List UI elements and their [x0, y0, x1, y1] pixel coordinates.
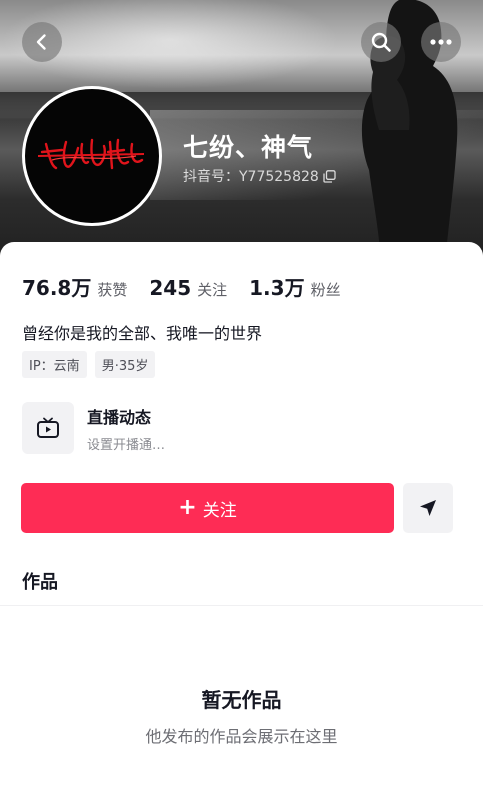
profile-signature: 曾经你是我的全部、我唯一的世界 [22, 324, 263, 343]
douyin-id-text: 抖音号：Y77525828 [183, 169, 319, 185]
avatar-signature-art [37, 138, 145, 170]
empty-state-title: 暂无作品 [201, 688, 282, 712]
profile-sheet: 76.8万 获赞 245 关注 1.3万 粉丝 曾经你是我的全部、我唯一的世界 … [0, 242, 483, 792]
stat-likes-value: 76.8万 [22, 276, 92, 300]
follow-button[interactable]: + 关注 [21, 483, 394, 533]
search-icon [371, 32, 391, 52]
send-icon [420, 500, 436, 516]
live-icon-box [22, 402, 74, 454]
tag-ip-location: IP：云南 [22, 351, 87, 378]
tv-play-icon [37, 417, 59, 438]
search-button[interactable] [361, 22, 401, 62]
stat-following-value: 245 [149, 276, 192, 300]
chevron-left-icon [36, 34, 46, 50]
stat-followers-value: 1.3万 [249, 276, 305, 300]
copy-icon[interactable] [323, 169, 336, 183]
tab-works[interactable]: 作品 [22, 568, 58, 594]
stat-followers-label: 粉丝 [310, 281, 341, 299]
stat-following-label: 关注 [197, 281, 228, 299]
stat-likes-label: 获赞 [97, 281, 128, 299]
stat-following[interactable]: 245 关注 [149, 276, 227, 300]
live-activity-card[interactable]: 直播动态 设置开播通… [22, 402, 165, 454]
douyin-id-row[interactable]: 抖音号：Y77525828 [183, 166, 336, 186]
stat-likes[interactable]: 76.8万 获赞 [22, 272, 127, 301]
live-subtitle: 设置开播通… [87, 437, 166, 453]
avatar[interactable] [22, 86, 162, 226]
live-title: 直播动态 [87, 407, 152, 427]
profile-stats: 76.8万 获赞 245 关注 1.3万 粉丝 [22, 272, 341, 301]
tag-gender-age: 男·35岁 [94, 351, 156, 378]
back-button[interactable] [22, 22, 62, 62]
divider [0, 605, 483, 606]
stat-followers[interactable]: 1.3万 粉丝 [249, 272, 340, 301]
more-dots-icon [430, 39, 452, 45]
profile-tags: IP：云南 男·35岁 [22, 351, 156, 378]
more-button[interactable] [421, 22, 461, 62]
profile-nickname: 七纷、神气 [183, 133, 314, 162]
follow-button-label: 关注 [202, 500, 237, 521]
live-text-group: 直播动态 设置开播通… [87, 404, 165, 453]
message-button[interactable] [403, 483, 453, 533]
plus-icon: + [178, 495, 197, 520]
empty-state-subtitle: 他发布的作品会展示在这里 [145, 727, 338, 746]
